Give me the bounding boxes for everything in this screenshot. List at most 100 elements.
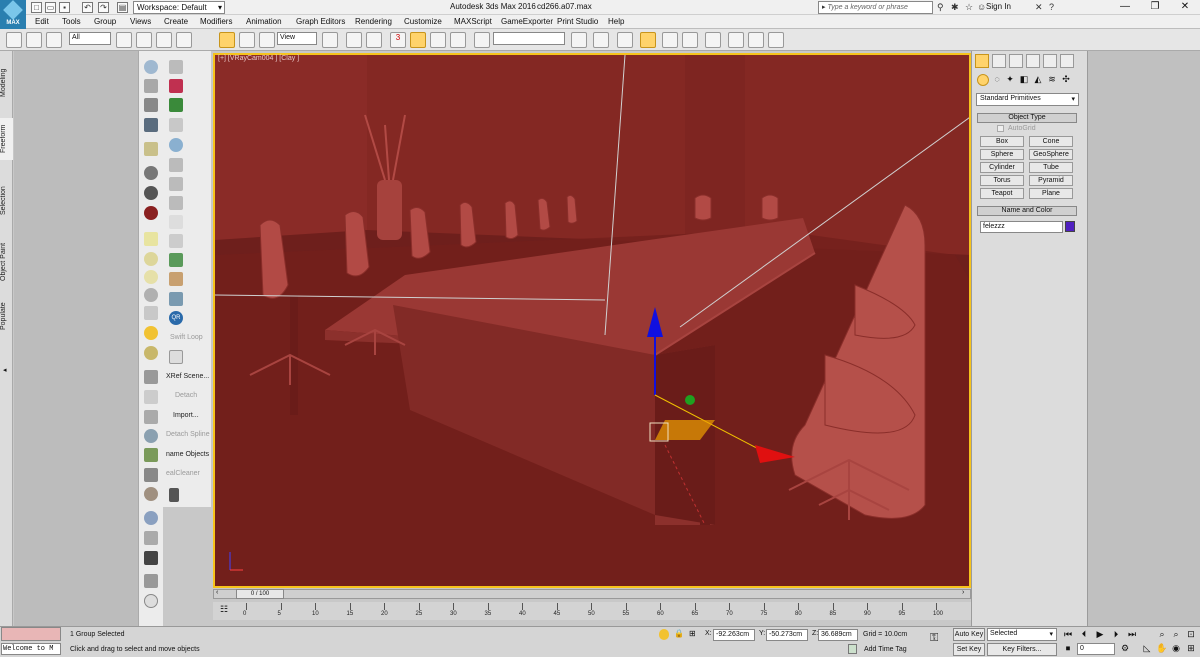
tab-selection[interactable]: Selection xyxy=(0,180,13,222)
next-frame-arrow-icon[interactable]: › xyxy=(962,589,964,596)
y-coord-field[interactable]: -50.273cm xyxy=(766,629,808,641)
select-rotate-icon[interactable] xyxy=(239,32,255,48)
set-key-button[interactable]: Set Key xyxy=(953,643,985,656)
object-name-field[interactable]: felezzz xyxy=(980,221,1063,233)
sun-tool-icon[interactable] xyxy=(144,326,158,340)
select-by-name-icon[interactable] xyxy=(136,32,152,48)
percent-snap-icon[interactable] xyxy=(430,32,446,48)
shapes-icon[interactable]: ◌ xyxy=(991,74,1003,86)
z-coord-field[interactable]: 36.689cm xyxy=(818,629,858,641)
restore-button[interactable]: ❐ xyxy=(1140,0,1170,14)
record-tool-icon[interactable] xyxy=(144,206,158,220)
frame-icon[interactable] xyxy=(169,118,183,132)
light-tool-icon[interactable] xyxy=(144,142,158,156)
key-set-select[interactable]: Selected ▾ xyxy=(987,628,1057,641)
menu-animation[interactable]: Animation xyxy=(246,17,282,26)
undo-icon[interactable]: ↶ xyxy=(82,2,93,13)
help-icon[interactable]: ? xyxy=(1049,2,1054,12)
black-box-tool-icon[interactable] xyxy=(144,551,158,565)
key-filters-button[interactable]: Key Filters... xyxy=(987,643,1057,656)
xref-scene-label[interactable]: XRef Scene... xyxy=(166,373,209,380)
schematic-view-icon[interactable] xyxy=(682,32,698,48)
window-crossing-icon[interactable] xyxy=(176,32,192,48)
plane-tool-icon[interactable] xyxy=(144,232,158,246)
prev-frame-arrow-icon[interactable]: ‹ xyxy=(216,589,218,596)
align-icon[interactable] xyxy=(593,32,609,48)
time-tag-icon[interactable] xyxy=(848,644,857,654)
infocenter-icon[interactable]: ✱ xyxy=(951,2,959,13)
pan-icon[interactable]: ✋ xyxy=(1156,643,1168,654)
rect-selection-icon[interactable] xyxy=(156,32,172,48)
triangle-tool-icon[interactable] xyxy=(144,410,158,424)
menu-print-studio[interactable]: Print Studio xyxy=(557,17,598,26)
redo-icon[interactable]: ↷ xyxy=(98,2,109,13)
sphere-small-tool-icon[interactable] xyxy=(144,511,158,525)
globe-tool-icon[interactable] xyxy=(144,429,158,443)
motion-tab-icon[interactable] xyxy=(1026,54,1040,68)
menu-gameexporter[interactable]: GameExporter xyxy=(501,17,553,26)
orbit-icon[interactable]: ◉ xyxy=(1170,643,1182,654)
name-and-color-rollout[interactable]: Name and Color xyxy=(977,206,1077,216)
qr-icon[interactable]: QR xyxy=(169,311,183,325)
cleaner-label[interactable]: ealCleaner xyxy=(166,470,200,477)
teapot-button[interactable]: Teapot xyxy=(980,188,1024,199)
rendered-frame-window-icon[interactable] xyxy=(748,32,764,48)
lock-icon[interactable] xyxy=(169,488,179,502)
ring-tool-icon[interactable] xyxy=(144,346,158,360)
hierarchy-tab-icon[interactable] xyxy=(1009,54,1023,68)
key-mode-icon[interactable]: ⏹ xyxy=(1062,643,1074,654)
sign-in-button[interactable]: Sign In xyxy=(986,2,1011,11)
help-tool-icon[interactable] xyxy=(144,594,158,608)
object-color-swatch[interactable] xyxy=(1065,221,1075,232)
box-tool-icon[interactable] xyxy=(144,79,158,93)
display-tab-icon[interactable] xyxy=(1043,54,1057,68)
expand-ribbon-icon[interactable]: ◂ xyxy=(3,366,7,374)
time-slider-track[interactable] xyxy=(213,589,971,599)
menu-edit[interactable]: Edit xyxy=(35,17,49,26)
swift-loop-label[interactable]: Swift Loop xyxy=(170,334,203,341)
cylinder-button[interactable]: Cylinder xyxy=(980,162,1024,173)
curve-editor-icon[interactable] xyxy=(662,32,678,48)
render-setup-icon[interactable] xyxy=(728,32,744,48)
go-to-start-icon[interactable]: ⏮ xyxy=(1062,629,1074,640)
tab-freeform[interactable]: Freeform xyxy=(0,118,13,160)
tab-object-paint[interactable]: Object Paint xyxy=(0,238,13,286)
shape-c-icon[interactable] xyxy=(169,196,183,210)
shell-tool-icon[interactable] xyxy=(144,487,158,501)
select-scale-icon[interactable] xyxy=(259,32,275,48)
search-input[interactable]: Type a keyword or phrase xyxy=(818,1,933,14)
keyboard-shortcut-icon[interactable] xyxy=(366,32,382,48)
project-folder-icon[interactable]: ▤ xyxy=(117,2,128,13)
mini-curve-editor-icon[interactable]: ☷ xyxy=(220,604,228,615)
menu-rendering[interactable]: Rendering xyxy=(355,17,392,26)
disc-tool-icon[interactable] xyxy=(144,252,158,266)
selection-lock-icon[interactable]: 🔒 xyxy=(674,629,684,638)
stack-tool-icon[interactable] xyxy=(144,370,158,384)
next-frame-icon[interactable]: ⏵ xyxy=(1110,629,1122,640)
plane-button[interactable]: Plane xyxy=(1029,188,1073,199)
maxscript-listener-text[interactable]: Welcome to M xyxy=(1,643,61,655)
autogrid-checkbox[interactable] xyxy=(997,125,1004,132)
sphere-tool-icon[interactable] xyxy=(144,60,158,74)
key-icon[interactable]: ⚿ xyxy=(930,632,938,645)
plus-cube-icon[interactable] xyxy=(169,253,183,267)
name-objects-label[interactable]: name Objects xyxy=(166,451,209,458)
leaf-tool-icon[interactable] xyxy=(144,448,158,462)
pyramid-button[interactable]: Pyramid xyxy=(1029,175,1073,186)
add-time-tag-button[interactable]: Add Time Tag xyxy=(864,646,907,653)
lights-icon[interactable]: ✦ xyxy=(1004,74,1016,86)
detach-label[interactable]: Detach xyxy=(175,392,197,399)
pivot-center-icon[interactable] xyxy=(322,32,338,48)
mirror-icon[interactable] xyxy=(571,32,587,48)
grid-tool-icon[interactable] xyxy=(144,118,158,132)
open-file-icon[interactable]: ▭ xyxy=(45,2,56,13)
search-icon[interactable]: ⚲ xyxy=(937,2,944,13)
bulb-tool-icon[interactable] xyxy=(144,270,158,284)
tv-icon[interactable] xyxy=(169,292,183,306)
menu-graph-editors[interactable]: Graph Editors xyxy=(296,17,345,26)
current-frame-field[interactable]: 0 xyxy=(1077,643,1115,655)
geosphere-button[interactable]: GeoSphere xyxy=(1029,149,1073,160)
utilities-tab-icon[interactable] xyxy=(1060,54,1074,68)
snaps-toggle-icon[interactable]: 3 xyxy=(390,32,406,48)
exchange-icon[interactable]: ✕ xyxy=(1035,2,1043,13)
